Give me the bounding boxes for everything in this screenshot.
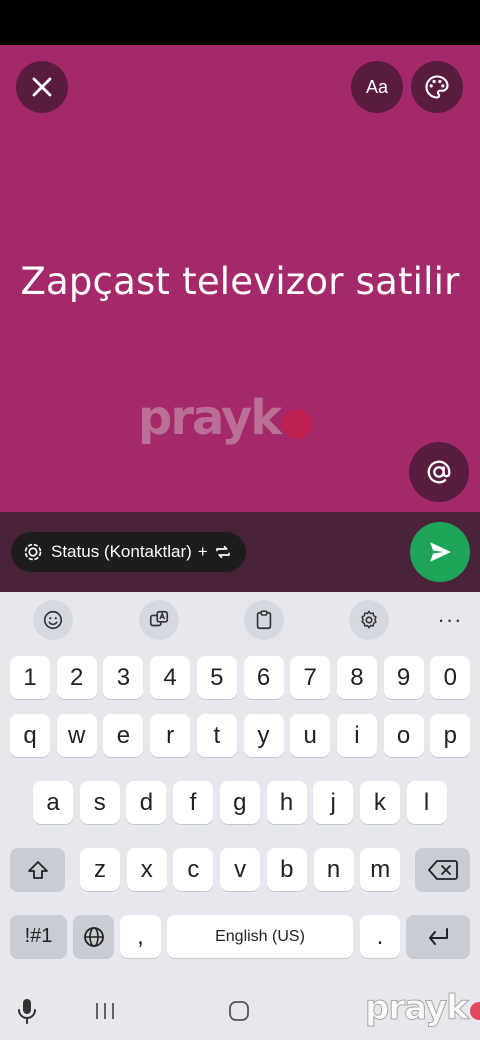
key-row2-1[interactable]: s [79,781,120,824]
key-row3-4[interactable]: b [266,848,307,891]
key-numbers-5[interactable]: 6 [243,656,284,699]
clipboard-icon [256,610,272,630]
shift-key[interactable] [10,848,65,891]
enter-icon [429,927,448,945]
key-row1-3[interactable]: r [150,714,191,757]
send-icon [430,542,451,562]
key-row2-0[interactable]: a [33,781,73,824]
language-key[interactable] [73,915,114,958]
key-row3-5[interactable]: n [313,848,354,891]
key-row1-4[interactable]: t [196,714,237,757]
more-icon: ··· [437,607,463,632]
key-row1-0[interactable]: q [10,714,50,757]
period-key[interactable]: . [360,915,400,958]
key-row2-5[interactable]: h [266,781,307,824]
key-row3-1[interactable]: x [126,848,167,891]
compose-bar: Status (Kontaktlar) + [0,512,480,592]
comma-key[interactable]: , [120,915,161,958]
enter-key[interactable] [406,915,470,958]
key-row1-7[interactable]: i [336,714,377,757]
palette-icon [425,75,449,99]
key-row3-0[interactable]: z [80,848,120,891]
status-icon [24,543,42,561]
close-button[interactable] [16,61,68,113]
backspace-icon [427,859,458,880]
watermark-logo-small: prayk [365,988,480,1029]
key-row1-8[interactable]: o [383,714,424,757]
translate-icon [149,610,169,627]
key-row2-6[interactable]: j [313,781,354,824]
key-numbers-2[interactable]: 3 [103,656,144,699]
system-status-bar [0,0,480,45]
key-numbers-0[interactable]: 1 [10,656,50,699]
symbols-key[interactable]: !#1 [10,915,67,958]
clipboard-button[interactable] [244,600,284,640]
key-row1-6[interactable]: u [290,714,331,757]
keyboard: ··· 1234567890 qwertyuiop asdfghjkl zxcvbnm… [0,592,480,982]
key-numbers-7[interactable]: 8 [336,656,377,699]
text-font-icon: Aa [365,76,389,97]
key-row1-5[interactable]: y [243,714,284,757]
mention-button[interactable] [409,442,469,502]
audience-plus: + [197,542,208,561]
key-row2-3[interactable]: f [173,781,214,824]
emoji-button[interactable] [33,600,73,640]
key-row2-2[interactable]: d [126,781,167,824]
key-row2-7[interactable]: k [359,781,400,824]
microphone-icon [18,999,36,1024]
emoji-icon [43,610,63,630]
keyboard-toolbar: ··· [0,592,480,648]
status-text[interactable]: Zapçast televizor satilir [0,260,480,303]
more-button[interactable]: ··· [430,600,470,640]
close-icon [32,77,52,97]
keyboard-settings-button[interactable] [349,600,389,640]
color-palette-button[interactable] [411,61,463,113]
space-key[interactable]: English (US) [167,915,353,958]
key-numbers-6[interactable]: 7 [290,656,331,699]
font-button[interactable]: Aa [351,61,403,113]
at-sign-icon [427,460,451,484]
key-row3-3[interactable]: v [220,848,261,891]
audience-label: Status (Kontaktlar) [51,542,192,561]
key-row3-6[interactable]: m [360,848,401,891]
backspace-key[interactable] [415,848,470,891]
key-row1-1[interactable]: w [56,714,97,757]
status-canvas[interactable]: Aa Zapçast televizor satilir prayk [0,45,480,512]
shift-icon [27,860,48,879]
repeat-icon [215,545,230,559]
voice-input-button[interactable] [14,996,40,1026]
key-numbers-9[interactable]: 0 [430,656,471,699]
audience-selector[interactable]: Status (Kontaktlar) + [11,532,246,572]
key-row3-2[interactable]: c [173,848,214,891]
settings-icon [361,610,377,629]
key-row1-9[interactable]: p [430,714,471,757]
recent-apps-button[interactable] [88,998,122,1024]
translate-button[interactable] [139,600,179,640]
send-button[interactable] [410,522,470,582]
key-numbers-3[interactable]: 4 [150,656,191,699]
key-numbers-4[interactable]: 5 [196,656,237,699]
key-row1-2[interactable]: e [103,714,144,757]
key-row2-8[interactable]: l [406,781,447,824]
globe-icon [83,926,104,947]
recent-apps-icon [96,1003,114,1019]
key-row2-4[interactable]: g [219,781,260,824]
key-numbers-1[interactable]: 2 [56,656,97,699]
home-icon [229,1001,249,1021]
watermark-logo: prayk [138,390,313,446]
key-numbers-8[interactable]: 9 [383,656,424,699]
home-button[interactable] [224,996,254,1026]
